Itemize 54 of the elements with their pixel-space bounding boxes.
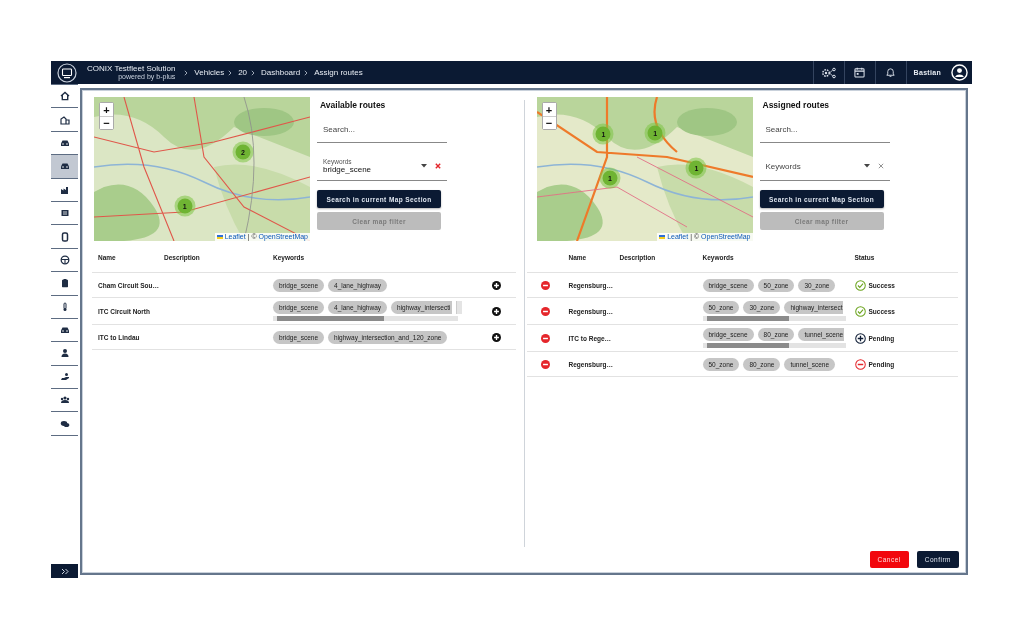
panel-title: Assigned routes — [762, 100, 831, 110]
app-title: CONIX Testfleet Solution — [87, 65, 176, 73]
horizontal-scrollbar[interactable] — [702, 316, 846, 321]
group-icon — [59, 395, 70, 406]
buildings-icon — [59, 114, 70, 125]
remove-icon[interactable] — [541, 306, 550, 316]
chevron-icon — [304, 69, 309, 76]
panel-title: Available routes — [320, 100, 387, 110]
breadcrumb-link[interactable]: Dashboard — [261, 68, 301, 77]
settings-icon — [820, 66, 837, 79]
breadcrumb-link[interactable]: 20 — [238, 68, 248, 77]
clear-icon[interactable] — [435, 163, 441, 169]
vertical-scrollbar[interactable] — [455, 301, 462, 314]
zoom-out-button[interactable]: − — [542, 116, 556, 129]
add-icon[interactable] — [491, 306, 501, 316]
expand-sidebar-button[interactable] — [51, 564, 78, 578]
remove-icon[interactable] — [541, 333, 550, 343]
flag-icon — [659, 235, 666, 239]
hand-icon — [59, 371, 70, 382]
keywords-placeholder: Keywords — [765, 161, 802, 171]
chevron-icon — [184, 69, 189, 76]
zoom-in-button[interactable]: + — [100, 103, 113, 116]
bell-icon — [885, 67, 897, 78]
home-icon — [59, 91, 70, 102]
breadcrumb-link[interactable]: Vehicles — [194, 68, 225, 77]
car-icon — [59, 325, 70, 336]
keywords-value: bridge_scene — [323, 165, 373, 174]
chevron-icon — [228, 69, 233, 76]
chevron-icon — [251, 69, 256, 76]
remove-icon[interactable] — [541, 280, 550, 290]
clipboard-icon — [59, 278, 70, 289]
chat-icon — [59, 418, 70, 429]
keywords-select[interactable]: Keywords — [759, 152, 890, 181]
sidebar-item[interactable] — [51, 155, 78, 179]
dropdown-caret-icon — [421, 164, 427, 168]
person-icon — [59, 348, 70, 359]
horizontal-scrollbar[interactable] — [702, 343, 846, 348]
zoom-out-button[interactable]: − — [100, 116, 113, 129]
monitor-logo-icon[interactable] — [57, 62, 77, 83]
remove-icon[interactable] — [541, 359, 550, 369]
calendar-icon — [854, 67, 866, 78]
breadcrumb-link[interactable]: Assign routes — [314, 68, 363, 77]
factory-icon — [59, 184, 70, 195]
tablet-icon — [59, 231, 70, 242]
clear-icon[interactable] — [877, 163, 884, 169]
double-chevron-icon — [60, 567, 69, 575]
flag-icon — [216, 235, 223, 239]
car-icon — [59, 161, 70, 172]
add-icon[interactable] — [491, 280, 501, 290]
zoom-in-button[interactable]: + — [542, 103, 556, 116]
user-avatar-icon — [951, 64, 968, 81]
add-icon[interactable] — [491, 332, 501, 342]
horizontal-scrollbar[interactable] — [273, 316, 458, 321]
dropdown-caret-icon — [863, 164, 870, 168]
